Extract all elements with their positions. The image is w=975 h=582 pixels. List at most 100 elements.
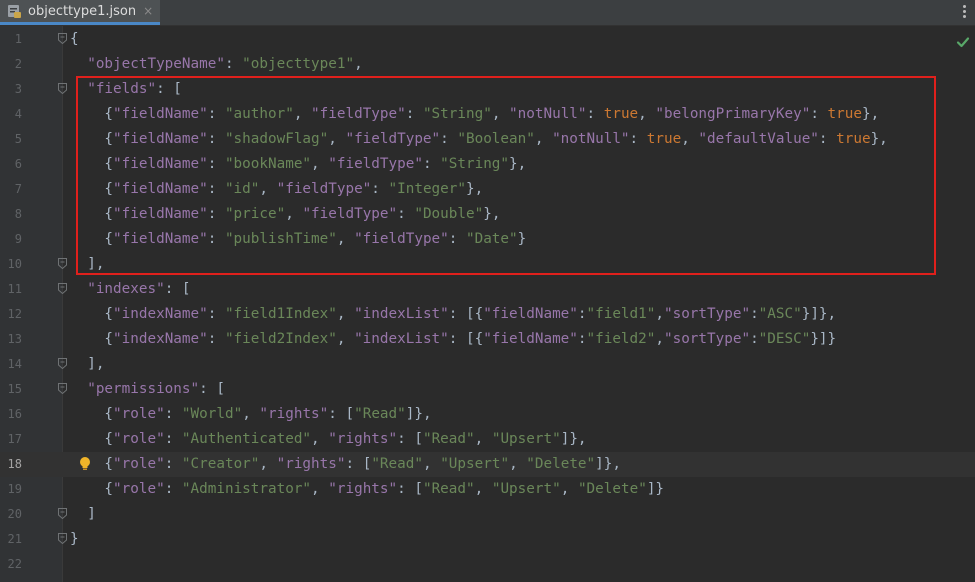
code-line[interactable]: 17 {"role": "Authenticated", "rights": […	[0, 427, 975, 452]
code-token: : [{	[448, 331, 484, 347]
code-line[interactable]: 14 ],	[0, 352, 975, 377]
code-token: : [	[345, 456, 372, 472]
code-token: "Boolean"	[457, 131, 535, 147]
code-token: : [{	[448, 306, 484, 322]
code-token: "ASC"	[758, 306, 802, 322]
code-token: "fieldName"	[113, 206, 208, 222]
line-number: 4	[14, 107, 22, 121]
code-line[interactable]: 21}	[0, 527, 975, 552]
close-icon[interactable]: ×	[143, 4, 153, 18]
code-token: ,	[509, 456, 527, 472]
code-token: : [	[328, 406, 355, 422]
code-token: "fieldName"	[113, 156, 208, 172]
code-token: true	[827, 106, 862, 122]
fold-marker-icon[interactable]	[58, 83, 67, 94]
code-token: "role"	[113, 431, 165, 447]
code-line[interactable]: 13 {"indexName": "field2Index", "indexLi…	[0, 327, 975, 352]
code-line[interactable]: 11 "indexes": [	[0, 277, 975, 302]
code-line[interactable]: 9 {"fieldName": "publishTime", "fieldTyp…	[0, 227, 975, 252]
fold-marker-icon[interactable]	[58, 533, 67, 544]
code-token: {	[70, 156, 114, 172]
code-token: "fieldType"	[276, 181, 372, 197]
code-token: true	[836, 131, 871, 147]
code-line[interactable]: 8 {"fieldName": "price", "fieldType": "D…	[0, 202, 975, 227]
code-text: {"fieldName": "shadowFlag", "fieldType":…	[70, 128, 887, 150]
code-text: ]	[70, 503, 96, 525]
code-token: ,	[474, 431, 492, 447]
code-text: {"indexName": "field1Index", "indexList"…	[70, 303, 836, 325]
more-options-icon[interactable]	[963, 3, 967, 21]
file-tab[interactable]: objecttype1.json ×	[0, 0, 160, 25]
code-token: ,	[560, 481, 578, 497]
code-line[interactable]: 4 {"fieldName": "author", "fieldType": "…	[0, 102, 975, 127]
code-line[interactable]: 16 {"role": "World", "rights": ["Read"]}…	[0, 402, 975, 427]
code-text: }	[70, 528, 79, 550]
code-line[interactable]: 1{	[0, 27, 975, 52]
code-token: :	[224, 56, 243, 72]
code-token: ,	[491, 106, 510, 122]
code-token: "fieldName"	[483, 306, 578, 322]
code-token: "Upsert"	[491, 481, 561, 497]
code-line[interactable]: 19 {"role": "Administrator", "rights": […	[0, 477, 975, 502]
code-token: ,	[681, 131, 699, 147]
line-number: 18	[7, 457, 22, 471]
code-token: "fieldName"	[113, 181, 208, 197]
line-number: 22	[7, 557, 22, 571]
fold-marker-icon[interactable]	[58, 383, 67, 394]
line-number: 16	[7, 407, 22, 421]
line-number: 17	[7, 432, 22, 446]
code-token: ],	[70, 356, 105, 372]
code-token: ,	[336, 231, 355, 247]
code-token: "Read"	[422, 431, 475, 447]
fold-marker-icon[interactable]	[58, 283, 67, 294]
code-line[interactable]: 5 {"fieldName": "shadowFlag", "fieldType…	[0, 127, 975, 152]
code-token: "bookName"	[224, 156, 312, 172]
code-line[interactable]: 2 "objectTypeName": "objecttype1",	[0, 52, 975, 77]
code-token: },	[509, 156, 527, 172]
code-token: :	[397, 206, 415, 222]
code-token: "price"	[224, 206, 286, 222]
code-line[interactable]: 22	[0, 552, 975, 577]
code-editor[interactable]: 1{2 "objectTypeName": "objecttype1", 3 "f…	[0, 26, 975, 582]
code-token: ,	[422, 456, 441, 472]
fold-marker-icon[interactable]	[58, 358, 67, 369]
code-text: {"role": "World", "rights": ["Read"]},	[70, 403, 431, 425]
code-token: ,	[655, 331, 664, 347]
fold-marker-icon[interactable]	[58, 33, 67, 44]
code-line[interactable]: 18 {"role": "Creator", "rights": ["Read"…	[0, 452, 975, 477]
code-token: ],	[70, 256, 105, 272]
code-line[interactable]: 10 ],	[0, 252, 975, 277]
line-number: 7	[14, 182, 22, 196]
code-token: "rights"	[328, 431, 398, 447]
code-token: ,	[311, 431, 329, 447]
code-line[interactable]: 20 ]	[0, 502, 975, 527]
code-token: :	[207, 331, 225, 347]
code-line[interactable]: 12 {"indexName": "field1Index", "indexLi…	[0, 302, 975, 327]
code-token: "fieldType"	[354, 231, 449, 247]
fold-marker-icon[interactable]	[58, 258, 67, 269]
code-token: "indexName"	[113, 306, 208, 322]
code-token: "Upsert"	[440, 456, 510, 472]
code-token: :	[405, 106, 423, 122]
code-line[interactable]: 6 {"fieldName": "bookName", "fieldType":…	[0, 152, 975, 177]
code-token: ,	[336, 331, 355, 347]
code-token: :	[207, 131, 225, 147]
code-text: "permissions": [	[70, 378, 225, 400]
code-line[interactable]: 15 "permissions": [	[0, 377, 975, 402]
code-line[interactable]: 7 {"fieldName": "id", "fieldType": "Inte…	[0, 177, 975, 202]
code-token: : [	[164, 281, 191, 297]
code-token: },	[465, 181, 484, 197]
code-line[interactable]: 3 "fields": [	[0, 77, 975, 102]
check-icon[interactable]	[955, 34, 971, 50]
code-token: :	[207, 106, 225, 122]
code-token: :	[422, 156, 441, 172]
code-token: :	[207, 206, 225, 222]
fold-marker-icon[interactable]	[58, 508, 67, 519]
line-number: 20	[7, 507, 22, 521]
code-token: :	[750, 331, 759, 347]
code-token: "field2"	[586, 331, 656, 347]
code-token: :	[164, 406, 182, 422]
